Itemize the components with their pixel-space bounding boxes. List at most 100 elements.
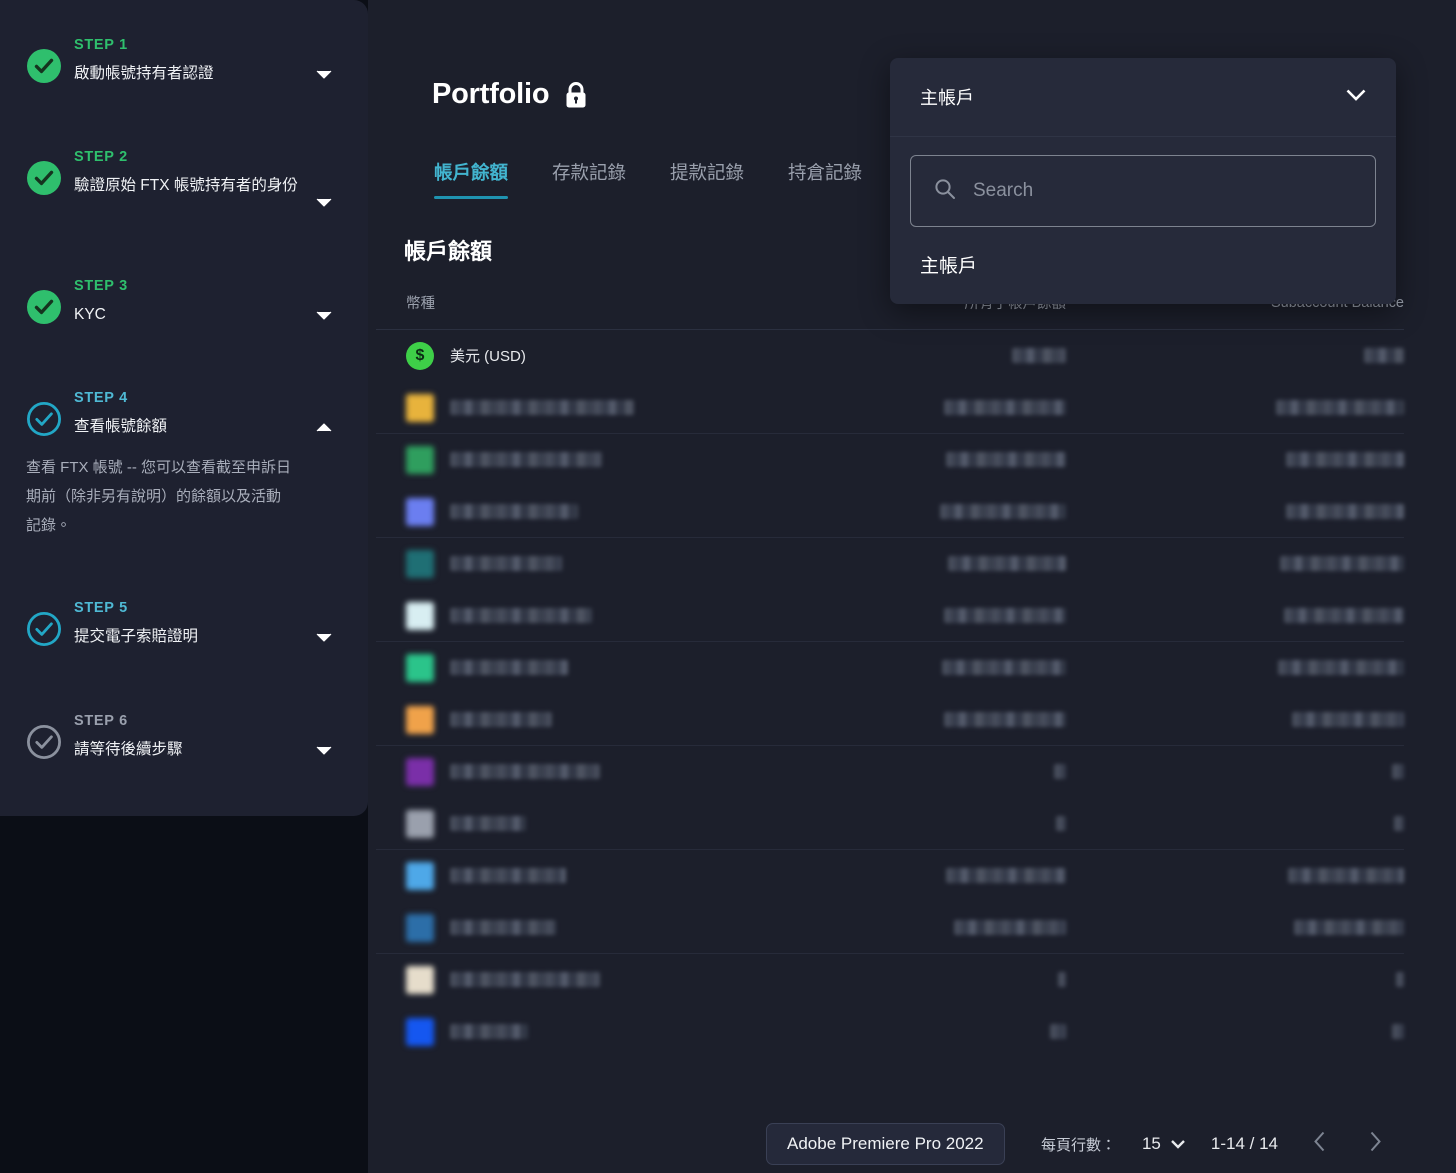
all-subaccounts-balance-redacted (946, 868, 1066, 883)
table-row[interactable] (376, 382, 1404, 434)
subaccount-search-input[interactable] (973, 180, 1353, 202)
all-subaccounts-balance-redacted (942, 660, 1066, 675)
chevron-down-icon (1346, 88, 1366, 106)
cell-subaccount-balance (1074, 400, 1404, 415)
asset-name-redacted (450, 920, 556, 935)
sidebar-step-1: STEP 1 啟動帳號持有者認證 (0, 34, 368, 86)
sidebar-step-5-title: 提交電子索賠證明 (74, 627, 199, 645)
asset-icon (406, 809, 434, 838)
cell-all-subaccounts-balance (846, 712, 1074, 727)
cell-all-subaccounts-balance (846, 816, 1074, 831)
subaccount-balance-redacted (1392, 764, 1404, 779)
table-row[interactable] (376, 902, 1404, 954)
cell-all-subaccounts-balance (846, 764, 1074, 779)
asset-name-redacted (450, 608, 592, 623)
chevron-left-icon (1313, 1131, 1326, 1157)
table-row[interactable] (376, 1006, 1404, 1058)
tab-3[interactable]: 提款記錄 (670, 159, 744, 199)
sidebar-step-5-kicker: STEP 5 (74, 600, 128, 616)
subaccount-balance-redacted (1288, 868, 1404, 883)
subaccount-balance-redacted (1294, 920, 1404, 935)
chevron-down-icon[interactable] (314, 305, 334, 325)
pagination-prev-button[interactable] (1304, 1129, 1334, 1159)
sidebar-step-1-header[interactable]: STEP 1 啟動帳號持有者認證 (0, 34, 334, 86)
sidebar-step-5-header[interactable]: STEP 5 提交電子索賠證明 (0, 597, 334, 649)
all-subaccounts-balance-redacted (1056, 816, 1066, 831)
cell-all-subaccounts-balance (846, 556, 1074, 571)
subaccount-balance-redacted (1278, 660, 1404, 675)
cell-subaccount-balance (1074, 556, 1404, 571)
subaccount-balance-redacted (1284, 608, 1404, 623)
table-row[interactable] (376, 850, 1404, 902)
table-row[interactable] (376, 434, 1404, 486)
table-row[interactable]: $ 美元 (USD) (376, 330, 1404, 382)
pagination-next-button[interactable] (1360, 1129, 1390, 1159)
sidebar-step-1-kicker: STEP 1 (74, 37, 128, 53)
table-row[interactable] (376, 590, 1404, 642)
subaccount-search-box[interactable] (910, 155, 1376, 227)
table-row[interactable] (376, 954, 1404, 1006)
rows-per-page-select[interactable]: 15 (1142, 1134, 1185, 1154)
sidebar-step-2-header[interactable]: STEP 2 驗證原始 FTX 帳號持有者的身份 (0, 146, 334, 207)
cell-subaccount-balance (1074, 712, 1404, 727)
cell-subaccount-balance (1074, 920, 1404, 935)
asset-name-redacted (450, 504, 578, 519)
sidebar-step-2: STEP 2 驗證原始 FTX 帳號持有者的身份 (0, 146, 368, 207)
rows-per-page-label: 每頁行數： (1040, 1136, 1116, 1154)
tab-1[interactable]: 帳戶餘額 (434, 159, 509, 199)
cell-asset (376, 549, 846, 578)
all-subaccounts-balance-redacted (954, 920, 1066, 935)
chevron-down-icon[interactable] (314, 64, 334, 84)
tab-2[interactable]: 存款記錄 (552, 159, 626, 199)
table-row[interactable] (376, 642, 1404, 694)
table-row[interactable] (376, 694, 1404, 746)
asset-icon (406, 861, 434, 890)
sidebar-step-2-title: 驗證原始 FTX 帳號持有者的身份 (74, 176, 298, 194)
subaccount-option[interactable]: 主帳戶 (890, 233, 1396, 304)
subaccount-dropdown-toggle[interactable]: 主帳戶 (890, 58, 1396, 137)
asset-name-redacted (450, 400, 634, 415)
os-taskbar-tooltip: Adobe Premiere Pro 2022 (766, 1123, 1005, 1165)
sidebar-step-2-text: STEP 2 驗證原始 FTX 帳號持有者的身份 (74, 146, 334, 198)
chevron-right-icon (1369, 1131, 1382, 1157)
sidebar-step-2-kicker: STEP 2 (74, 149, 128, 165)
sidebar-card: STEP 1 啟動帳號持有者認證 STEP 2 驗證原始 FTX 帳號持有者的身… (0, 0, 368, 816)
sidebar-step-3-header[interactable]: STEP 3 KYC (0, 275, 334, 327)
cell-subaccount-balance (1074, 348, 1404, 363)
asset-name-redacted (450, 660, 568, 675)
chevron-down-icon[interactable] (314, 627, 334, 647)
sidebar-step-3-kicker: STEP 3 (74, 278, 128, 294)
cell-subaccount-balance (1074, 764, 1404, 779)
cell-all-subaccounts-balance (846, 348, 1074, 363)
table-row[interactable] (376, 746, 1404, 798)
table-row[interactable] (376, 538, 1404, 590)
app-root: STEP 1 啟動帳號持有者認證 STEP 2 驗證原始 FTX 帳號持有者的身… (0, 0, 1456, 1173)
asset-name-redacted (450, 764, 600, 779)
cell-subaccount-balance (1074, 972, 1404, 987)
subaccount-balance-redacted (1280, 556, 1404, 571)
sidebar-step-4-header[interactable]: STEP 4 查看帳號餘額 (0, 387, 334, 439)
check-circle-outline-icon (26, 401, 62, 437)
sidebar-step-1-text: STEP 1 啟動帳號持有者認證 (74, 34, 334, 86)
cell-subaccount-balance (1074, 608, 1404, 623)
chevron-down-icon[interactable] (314, 740, 334, 760)
sidebar-step-1-title: 啟動帳號持有者認證 (74, 64, 214, 82)
table-row[interactable] (376, 798, 1404, 850)
chevron-up-icon[interactable] (314, 417, 334, 437)
sidebar-step-6-header[interactable]: STEP 6 請等待後續步驟 (0, 710, 334, 762)
check-circle-outline-icon (26, 611, 62, 647)
all-subaccounts-balance-redacted (948, 556, 1066, 571)
cell-asset: $ 美元 (USD) (376, 341, 846, 370)
table-row[interactable] (376, 486, 1404, 538)
sidebar-step-3-text: STEP 3 KYC (74, 275, 334, 327)
all-subaccounts-balance-redacted (944, 712, 1066, 727)
cell-subaccount-balance (1074, 816, 1404, 831)
cell-asset (376, 445, 846, 474)
tab-4[interactable]: 持倉記錄 (788, 159, 862, 199)
cell-asset (376, 757, 846, 786)
chevron-down-icon[interactable] (314, 192, 334, 212)
subaccount-option-list: 主帳戶 (890, 233, 1396, 304)
asset-icon (406, 1017, 434, 1046)
cell-asset (376, 809, 846, 838)
subaccount-balance-redacted (1392, 1024, 1404, 1039)
